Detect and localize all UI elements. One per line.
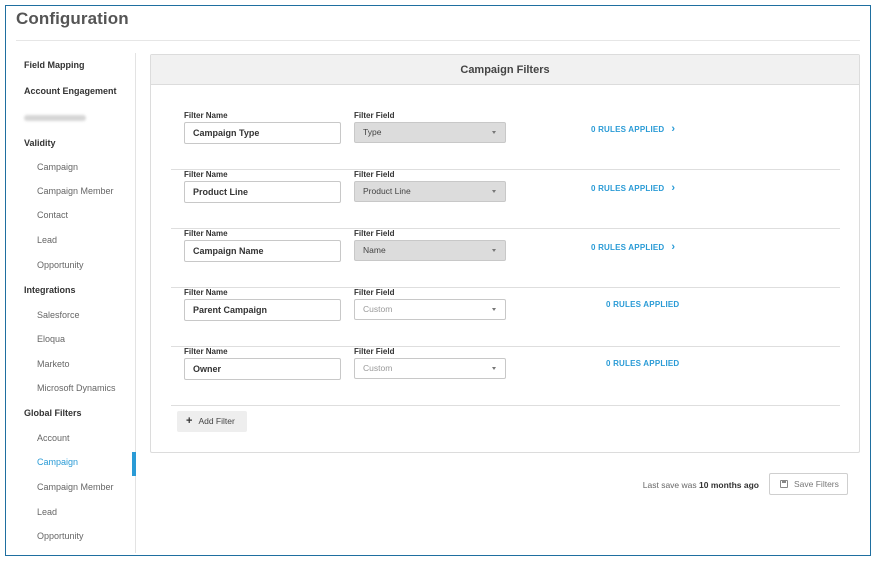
sidebar-item-global-lead[interactable]: Lead [37,507,57,517]
sidebar-section-validity[interactable]: Validity [24,138,56,148]
rules-applied-text: 0 RULES APPLIED [606,359,680,368]
sidebar-item-eloqua[interactable]: Eloqua [37,334,65,344]
filter-row: Filter Name Filter Field Campaign Name N… [171,229,840,288]
rules-applied-link[interactable]: 0 RULES APPLIED [606,300,679,309]
filter-field-label: Filter Field [354,288,395,297]
rules-applied-link[interactable]: 0 RULES APPLIED › [591,241,675,253]
chevron-right-icon: › [671,123,676,135]
rules-applied-text: 0 RULES APPLIED [591,125,665,134]
page-header: Configuration [16,9,129,39]
add-filter-button[interactable]: + Add Filter [177,411,247,432]
filter-field-select[interactable]: Name [354,240,506,261]
sidebar-item-validity-lead[interactable]: Lead [37,235,57,245]
page-title: Configuration [16,9,129,28]
sidebar-active-indicator [132,452,136,476]
filter-field-label: Filter Field [354,229,395,238]
filter-name-input[interactable]: Owner [184,358,341,380]
sidebar-item-microsoft-dynamics[interactable]: Microsoft Dynamics [37,383,116,393]
rules-applied-text: 0 RULES APPLIED [591,243,665,252]
filter-field-value: Name [363,245,386,255]
filter-name-input[interactable]: Parent Campaign [184,299,341,321]
filter-field-label: Filter Field [354,347,395,356]
filter-field-value: Product Line [363,186,411,196]
sidebar-item-validity-opportunity[interactable]: Opportunity [37,260,84,270]
filter-field-select[interactable]: Type [354,122,506,143]
save-filters-button[interactable]: Save Filters [769,473,848,495]
floppy-disk-icon [780,480,788,488]
sidebar-item-salesforce[interactable]: Salesforce [37,310,80,320]
sidebar-item-global-account[interactable]: Account [37,433,70,443]
rules-applied-link[interactable]: 0 RULES APPLIED [606,359,679,368]
rules-applied-text: 0 RULES APPLIED [606,300,680,309]
sidebar-item-redacted[interactable] [24,115,86,121]
sidebar-item-global-campaign-member[interactable]: Campaign Member [37,482,114,492]
filter-row: Filter Name Filter Field Owner Custom 0 … [171,347,840,406]
last-save-prefix: Last save was [642,480,697,490]
chevron-right-icon: › [671,241,676,253]
rules-applied-link[interactable]: 0 RULES APPLIED › [591,182,675,194]
chevron-right-icon: › [671,182,676,194]
campaign-filters-panel: Campaign Filters Filter Name Filter Fiel… [150,54,860,453]
filter-row: Filter Name Filter Field Campaign Type T… [171,111,840,170]
filter-row: Filter Name Filter Field Parent Campaign… [171,288,840,347]
caret-down-icon [492,190,496,193]
filter-name-label: Filter Name [184,229,228,238]
rules-applied-link[interactable]: 0 RULES APPLIED › [591,123,675,135]
filter-name-input[interactable]: Campaign Type [184,122,341,144]
sidebar: Field Mapping Account Engagement Validit… [6,53,136,553]
sidebar-item-account-engagement[interactable]: Account Engagement [24,86,117,96]
filter-name-label: Filter Name [184,170,228,179]
filter-row: Filter Name Filter Field Product Line Pr… [171,170,840,229]
sidebar-item-field-mapping[interactable]: Field Mapping [24,60,85,70]
sidebar-item-marketo[interactable]: Marketo [37,359,70,369]
panel-header: Campaign Filters [151,55,859,85]
filter-field-select[interactable]: Custom [354,358,506,379]
caret-down-icon [492,131,496,134]
filter-name-input[interactable]: Product Line [184,181,341,203]
sidebar-section-integrations[interactable]: Integrations [24,285,76,295]
filter-name-label: Filter Name [184,288,228,297]
sidebar-item-validity-campaign-member[interactable]: Campaign Member [37,186,114,196]
app-frame: Configuration Field Mapping Account Enga… [5,5,871,556]
last-save-status: Last save was 10 months ago [643,480,759,490]
panel-title: Campaign Filters [460,64,550,76]
sidebar-section-global-filters[interactable]: Global Filters [24,408,82,418]
caret-down-icon [492,308,496,311]
filter-name-label: Filter Name [184,347,228,356]
filter-field-value: Custom [363,363,393,373]
rules-applied-text: 0 RULES APPLIED [591,184,665,193]
header-divider [16,40,860,41]
filter-field-select[interactable]: Product Line [354,181,506,202]
last-save-value: 10 months ago [699,480,759,490]
plus-icon: + [186,415,193,427]
filter-field-select[interactable]: Custom [354,299,506,320]
filter-field-label: Filter Field [354,111,395,120]
sidebar-item-validity-contact[interactable]: Contact [37,210,68,220]
sidebar-item-global-opportunity[interactable]: Opportunity [37,531,84,541]
save-filters-label: Save Filters [794,479,839,489]
caret-down-icon [492,367,496,370]
filter-name-input[interactable]: Campaign Name [184,240,341,262]
caret-down-icon [492,249,496,252]
filter-field-value: Type [363,127,382,137]
filter-field-value: Custom [363,304,393,314]
sidebar-item-global-campaign[interactable]: Campaign [37,457,78,467]
filter-field-label: Filter Field [354,170,395,179]
filter-name-label: Filter Name [184,111,228,120]
sidebar-item-validity-campaign[interactable]: Campaign [37,162,78,172]
add-filter-label: Add Filter [198,416,235,426]
